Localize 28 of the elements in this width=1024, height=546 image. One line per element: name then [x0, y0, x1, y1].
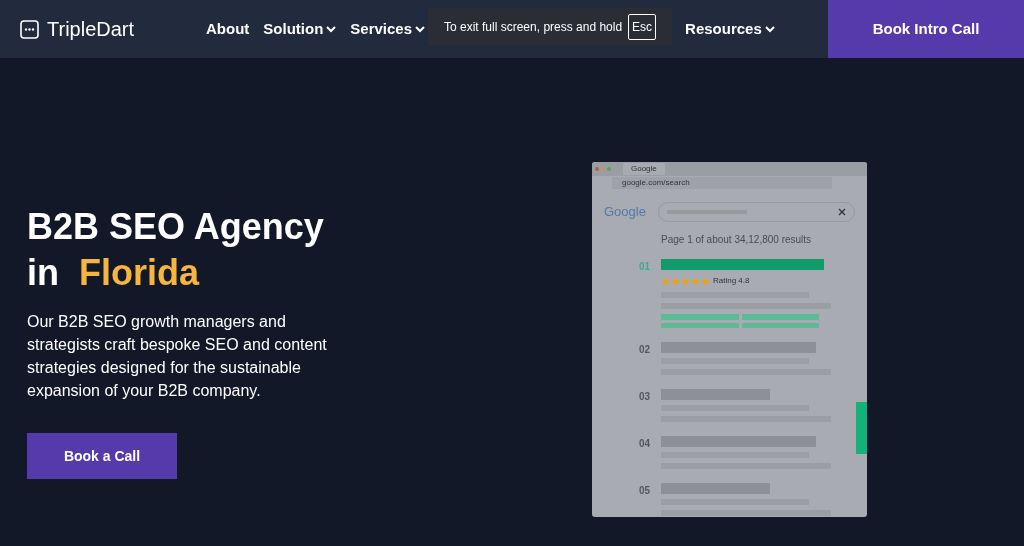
- hero-heading-line: in Florida: [27, 251, 201, 295]
- star-icon: [671, 276, 680, 286]
- hero-description: Our B2B SEO growth managers and strategists craft bespoke SEO and content strategies designed for the sustainable expansion of your B2B company.: [27, 312, 328, 401]
- result-number: 04: [639, 437, 651, 451]
- rating-label: Rating 4.8: [713, 275, 750, 287]
- nav-link[interactable]: Resources: [685, 17, 775, 41]
- result-number: 02: [639, 343, 651, 357]
- nav-link[interactable]: Solution: [263, 17, 337, 41]
- results-count: Page 1 of about 34,12,800 results: [661, 233, 813, 247]
- star-icon: [681, 276, 690, 286]
- nav-link[interactable]: About: [206, 17, 250, 41]
- google-logo: Google: [604, 203, 646, 222]
- book-a-call-button[interactable]: Book a Call: [27, 433, 177, 479]
- star-icon: [691, 276, 700, 286]
- close-icon: [838, 208, 846, 216]
- logo-text: TripleDart: [47, 17, 135, 42]
- result-number: 03: [639, 390, 651, 404]
- star-icon: [661, 276, 670, 286]
- hero-heading: B2B SEO Agency: [27, 205, 325, 249]
- star-icon: [701, 276, 710, 286]
- logo-icon: [20, 19, 39, 39]
- result-number: 01: [639, 260, 651, 274]
- address-bar: google.com/search: [612, 177, 832, 189]
- result-number: 05: [639, 484, 651, 498]
- book-intro-call-button[interactable]: Book Intro Call: [828, 0, 1024, 58]
- esc-key: Esc: [628, 14, 657, 40]
- nav-link[interactable]: Services: [350, 17, 426, 41]
- toast-message: To exit full screen, press and hold: [444, 19, 623, 36]
